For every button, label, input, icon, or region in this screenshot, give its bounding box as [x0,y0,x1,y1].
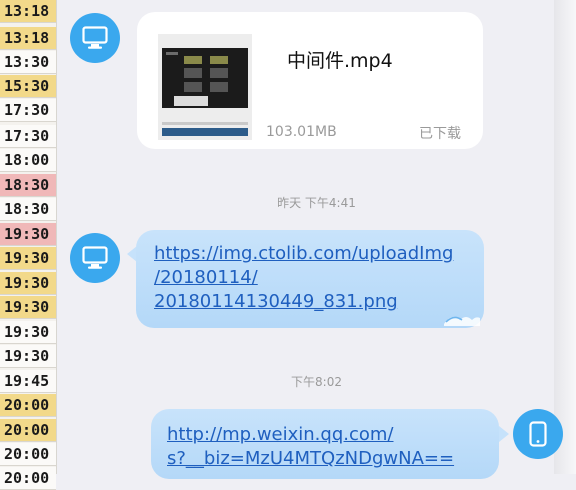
time-row: 20:00 [0,467,56,490]
message-link[interactable]: /20180114/ [154,266,484,290]
bubble-tail [499,426,509,442]
phone-icon [529,421,547,447]
message-timestamp: 昨天 下午4:41 [277,196,356,210]
time-row: 19:30 [0,272,56,295]
sender-avatar[interactable] [70,233,120,283]
time-row: 17:30 [0,125,56,148]
message-link[interactable]: s?__biz=MzU4MTQzNDgwNA== [167,447,499,471]
video-thumbnail [158,34,252,140]
time-row: 19:30 [0,345,56,368]
time-row: 13:30 [0,51,56,74]
time-row: 13:18 [0,27,56,50]
time-row: 19:45 [0,370,56,393]
link-message-bubble[interactable]: https://img.ctolib.com/uploadImg /201801… [136,230,484,328]
desktop-monitor-icon [82,246,108,269]
file-name: 中间件.mp4 [287,50,393,72]
time-row: 18:00 [0,149,56,172]
scroll-edge [554,0,576,474]
link-message-bubble[interactable]: http://mp.weixin.qq.com/ s?__biz=MzU4MTQ… [151,409,499,479]
message-link[interactable]: https://img.ctolib.com/uploadImg [154,242,484,266]
message-link[interactable]: http://mp.weixin.qq.com/ [167,423,499,447]
chat-area[interactable]: 中间件.mp4 103.01MB 已下载 昨天 下午4:41 https://i… [57,0,576,479]
file-message-card[interactable]: 中间件.mp4 103.01MB 已下载 [137,12,483,149]
time-row: 19:30 [0,296,56,319]
wave-decoration-icon [444,316,480,326]
time-row: 18:30 [0,198,56,221]
time-row: 19:30 [0,321,56,344]
sender-avatar[interactable] [70,13,120,63]
time-row: 20:00 [0,394,56,417]
file-size: 103.01MB [266,124,337,140]
time-row: 15:30 [0,75,56,98]
time-row: 19:30 [0,247,56,270]
time-row: 17:30 [0,99,56,122]
receiver-avatar[interactable] [513,409,563,459]
time-row: 13:18 [0,0,56,23]
time-row: 20:00 [0,443,56,466]
time-row: 19:30 [0,223,56,246]
timeline-strip: 13:18 13:18 13:30 15:30 17:30 17:30 18:0… [0,0,57,490]
message-link[interactable]: 20180114130449_831.png [154,290,484,314]
desktop-monitor-icon [82,26,108,49]
time-row: 20:00 [0,419,56,442]
time-row: 18:30 [0,174,56,197]
message-timestamp: 下午8:02 [291,375,342,389]
download-status: 已下载 [419,126,461,142]
